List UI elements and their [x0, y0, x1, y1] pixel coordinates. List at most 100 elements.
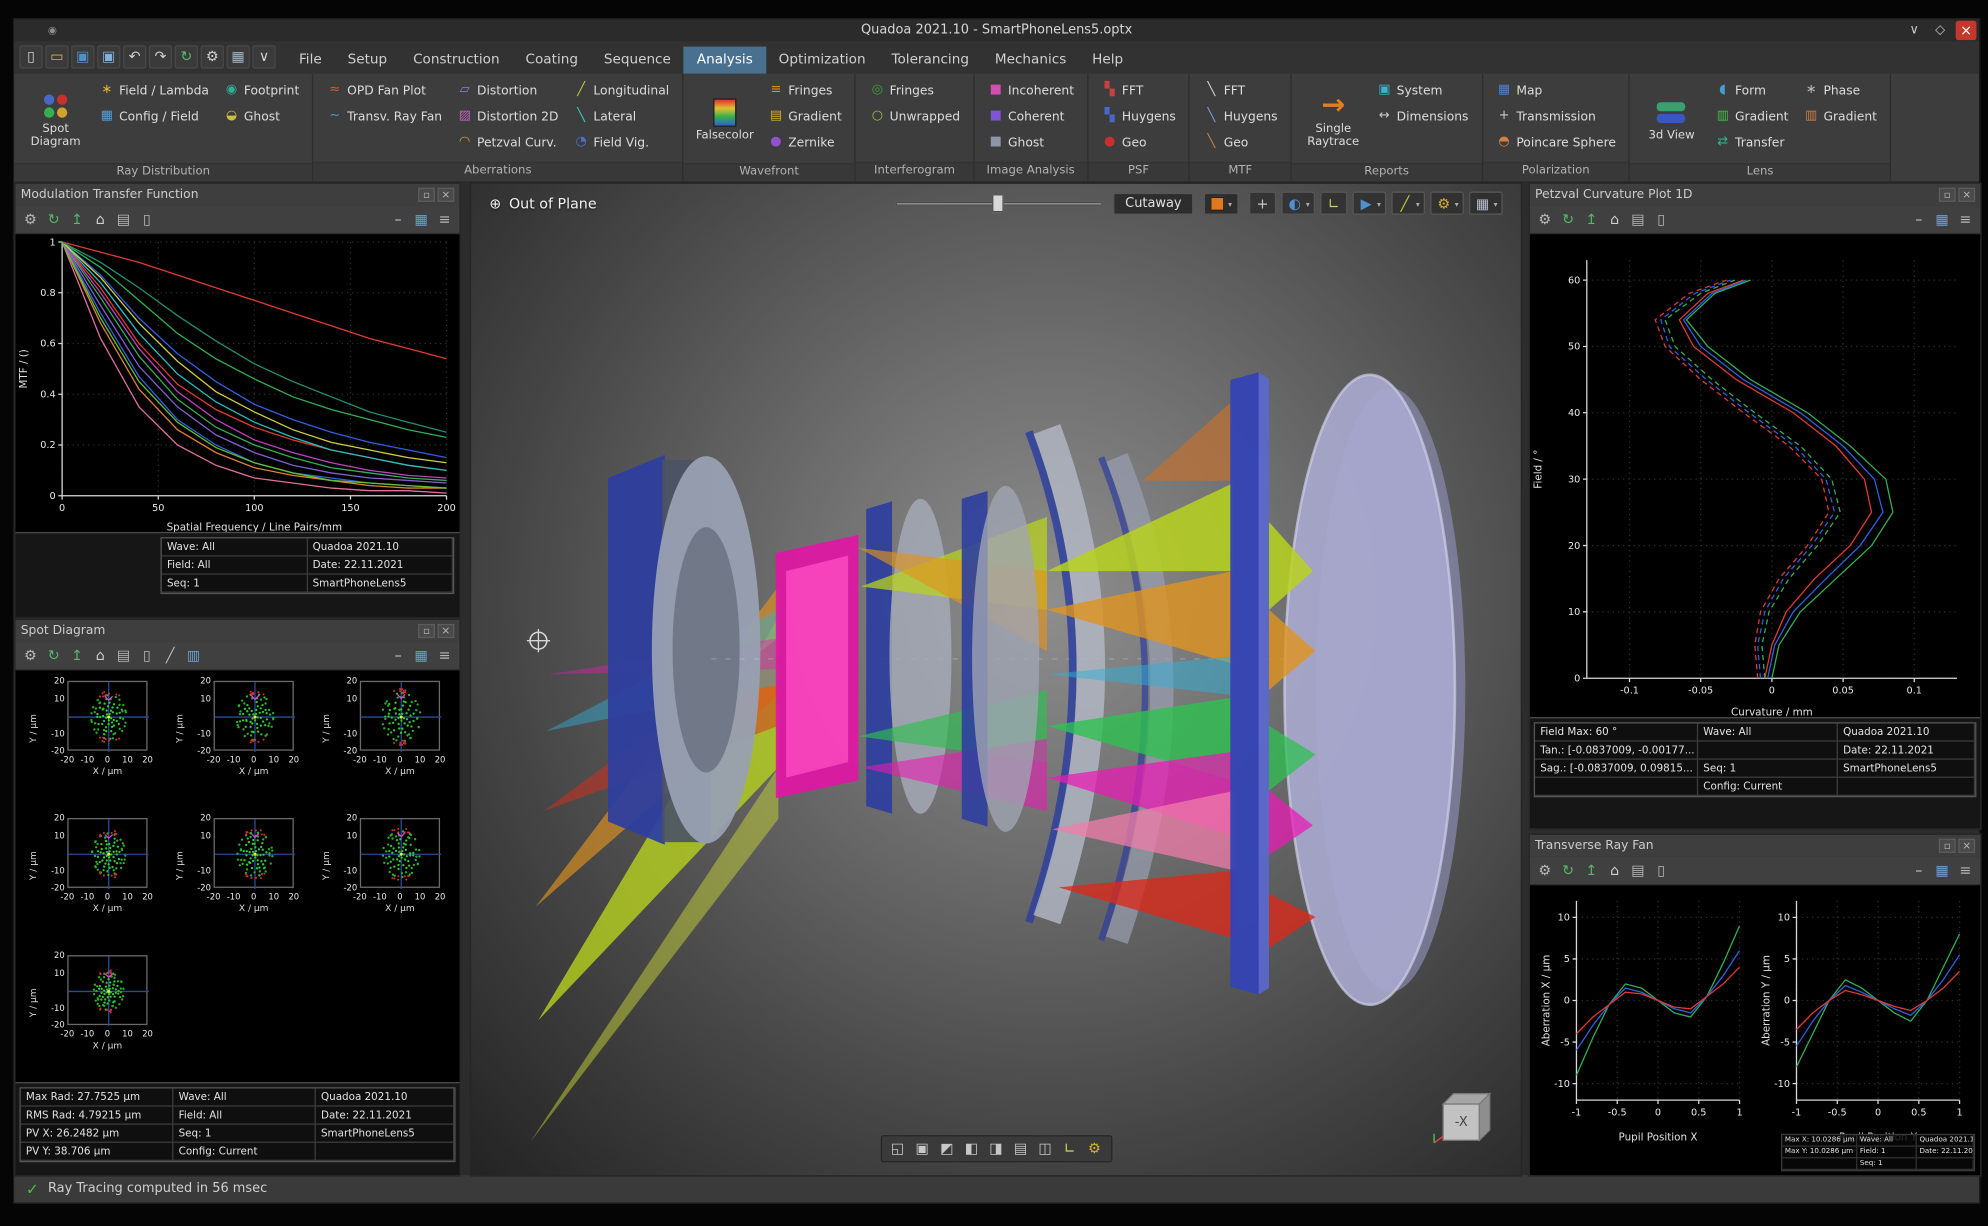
view-top-button[interactable]: ◩	[936, 1139, 958, 1158]
minimize-button[interactable]: –	[387, 645, 409, 667]
fringes-button[interactable]: ◎Fringes	[864, 78, 966, 104]
transv-ray-fan-button[interactable]: ∼Transv. Ray Fan	[321, 104, 447, 130]
save-all-button[interactable]: ▣	[97, 45, 120, 68]
fft-button[interactable]: ╲FFT	[1198, 78, 1283, 104]
section-plane-slider[interactable]	[896, 194, 1103, 212]
panel-restore-icon[interactable]: ▫	[418, 624, 435, 638]
cutaway-button[interactable]: Cutaway	[1114, 192, 1194, 214]
copy-button[interactable]: ▯	[1650, 859, 1672, 881]
phase-button[interactable]: ∗Phase	[1798, 78, 1883, 104]
viewport-3d[interactable]: ⊕ Out of Plane Cutaway +◐∟▶╱⚙▦	[470, 182, 1522, 1176]
unwrapped-button[interactable]: ○Unwrapped	[864, 104, 966, 130]
footprint-button[interactable]: ◉Footprint	[218, 78, 304, 104]
gear-button[interactable]: ⚙	[1534, 859, 1556, 881]
geo-button[interactable]: ●Geo	[1096, 129, 1181, 155]
panel-restore-icon[interactable]: ▫	[418, 188, 435, 202]
spot-diagram-grid[interactable]: Y / µm2010-10-20-20-1001020X / µmY / µm2…	[16, 670, 460, 1082]
panel-close-icon[interactable]: ×	[1958, 188, 1975, 202]
petzval-chart[interactable]: 0102030405060-0.1-0.0500.050.1Curvature …	[1530, 234, 1980, 717]
report-button[interactable]: ▤	[1627, 208, 1649, 230]
camera-arrow-button[interactable]: ▶	[1352, 192, 1386, 215]
export-button[interactable]: ↥	[1580, 208, 1602, 230]
panel-header[interactable]: Spot Diagram ▫×	[16, 620, 460, 642]
list-button[interactable]: ≡	[434, 208, 456, 230]
field-lambda-button[interactable]: ∗Field / Lambda	[93, 78, 214, 104]
gear-button[interactable]: ⚙	[1534, 208, 1556, 230]
panel-close-icon[interactable]: ×	[437, 188, 454, 202]
report-button[interactable]: ▤	[1627, 859, 1649, 881]
spot-cell-4[interactable]: Y / µm2010-10-20-20-1001020X / µm	[18, 808, 164, 945]
panel-close-icon[interactable]: ×	[1958, 839, 1975, 853]
panel-header[interactable]: Modulation Transfer Function ▫×	[16, 184, 460, 206]
window-close-icon[interactable]: ×	[1956, 21, 1977, 40]
view-front-button[interactable]: ▣	[911, 1139, 933, 1158]
distortion-2d-button[interactable]: ▨Distortion 2D	[451, 104, 564, 130]
gear-button[interactable]: ⚙	[19, 208, 41, 230]
fringes-button[interactable]: ≡Fringes	[762, 78, 847, 104]
tab-setup[interactable]: Setup	[335, 47, 400, 74]
export-button[interactable]: ↥	[66, 208, 88, 230]
poincare-sphere-button[interactable]: ◓Poincare Sphere	[1490, 129, 1621, 155]
minimize-button[interactable]: –	[1908, 208, 1930, 230]
field-vig-button[interactable]: ◔Field Vig.	[568, 129, 675, 155]
copy-button[interactable]: ▯	[1650, 208, 1672, 230]
ruler-button[interactable]: ╱	[159, 645, 181, 667]
form-button[interactable]: ◖Form	[1709, 78, 1794, 104]
ghost-button[interactable]: ■Ghost	[982, 129, 1079, 155]
home-button[interactable]: ⌂	[1604, 859, 1626, 881]
lateral-button[interactable]: ╲Lateral	[568, 104, 675, 130]
spot-cell-1[interactable]: Y / µm2010-10-20-20-1001020X / µm	[18, 670, 164, 807]
home-button[interactable]: ⌂	[89, 645, 111, 667]
opd-fan-plot-button[interactable]: ≈OPD Fan Plot	[321, 78, 447, 104]
grid-button[interactable]: ▦	[410, 208, 432, 230]
tab-optimization[interactable]: Optimization	[766, 47, 879, 74]
view-back-button[interactable]: ▤	[1010, 1139, 1032, 1158]
render-sphere-button[interactable]: ◐	[1281, 192, 1315, 215]
axes-corner-button[interactable]: ∟	[1320, 192, 1347, 215]
single-raytrace-button[interactable]: →Single Raytrace	[1300, 78, 1367, 163]
tab-coating[interactable]: Coating	[513, 47, 591, 74]
falsecolor-button[interactable]: Falsecolor	[691, 78, 758, 163]
gradient-button[interactable]: ▥Gradient	[1798, 104, 1883, 130]
panel-header[interactable]: Transverse Ray Fan ▫×	[1530, 835, 1980, 857]
tab-mechanics[interactable]: Mechanics	[982, 47, 1079, 74]
grid-button[interactable]: ▦	[1931, 859, 1953, 881]
grid-button[interactable]: ▦	[410, 645, 432, 667]
tab-help[interactable]: Help	[1079, 47, 1136, 74]
refresh-button[interactable]: ↻	[1557, 208, 1579, 230]
ghost-button[interactable]: ◒Ghost	[218, 104, 304, 130]
tab-construction[interactable]: Construction	[400, 47, 512, 74]
list-button[interactable]: ≡	[1954, 208, 1976, 230]
columns-button[interactable]: ▥	[182, 645, 204, 667]
report-button[interactable]: ▤	[113, 645, 135, 667]
tab-sequence[interactable]: Sequence	[591, 47, 684, 74]
undo-button[interactable]: ↶	[123, 45, 146, 68]
refresh-button[interactable]: ↻	[43, 645, 65, 667]
menu-down-button[interactable]: ∨	[252, 45, 275, 68]
gradient-button[interactable]: ▤Gradient	[762, 104, 847, 130]
window-menu-icon[interactable]: ∨	[1904, 21, 1925, 40]
coherent-button[interactable]: ■Coherent	[982, 104, 1079, 130]
spot-cell-5[interactable]: Y / µm2010-10-20-20-1001020X / µm	[164, 808, 310, 945]
spot-cell-7[interactable]: Y / µm2010-10-20-20-1001020X / µm	[18, 945, 164, 1082]
rayfan-x-chart[interactable]: -10-50510-1-0.500.51Pupil Position XAber…	[1538, 890, 1748, 1144]
system-button[interactable]: ▣System	[1371, 78, 1474, 104]
rayfan-y-chart-host[interactable]: -10-50510-1-0.500.51Pupil Position YAber…	[1758, 890, 1968, 1175]
panel-close-icon[interactable]: ×	[437, 624, 454, 638]
home-button[interactable]: ⌂	[89, 208, 111, 230]
minimize-button[interactable]: –	[1908, 859, 1930, 881]
tab-analysis[interactable]: Analysis	[684, 47, 766, 74]
gear-button[interactable]: ⚙	[19, 645, 41, 667]
mtf-chart[interactable]: 00.20.40.60.81050100150200Spatial Freque…	[16, 234, 460, 532]
view-iso-button[interactable]: ◫	[1034, 1139, 1056, 1158]
rayfan-x-chart-host[interactable]: -10-50510-1-0.500.51Pupil Position XAber…	[1538, 890, 1748, 1175]
list-button[interactable]: ≡	[1954, 859, 1976, 881]
spot-cell-6[interactable]: Y / µm2010-10-20-20-1001020X / µm	[311, 808, 457, 945]
distortion-button[interactable]: ▱Distortion	[451, 78, 564, 104]
panel-restore-icon[interactable]: ▫	[1939, 839, 1956, 853]
titlebar[interactable]: ◉ Quadoa 2021.10 - SmartPhoneLens5.optx …	[14, 19, 1979, 41]
dimensions-button[interactable]: ↔Dimensions	[1371, 104, 1474, 130]
export-button[interactable]: ↥	[1580, 859, 1602, 881]
spot-diagram-button[interactable]: Spot Diagram	[22, 78, 89, 163]
view-right-button[interactable]: ◨	[985, 1139, 1007, 1158]
